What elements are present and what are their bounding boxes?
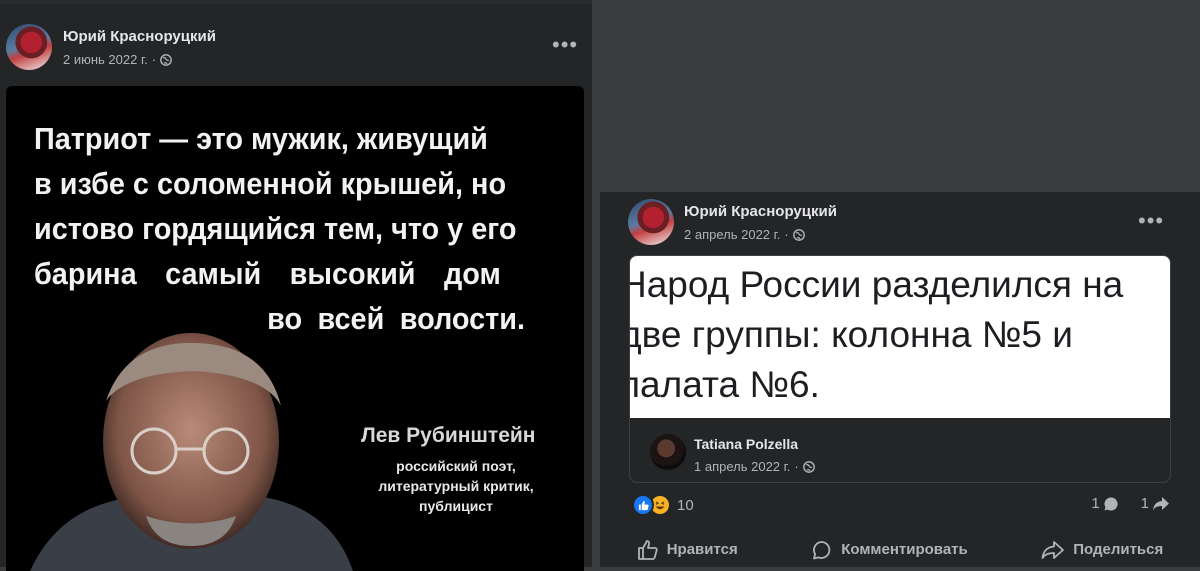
- comment-button[interactable]: Комментировать: [793, 532, 986, 567]
- person-desc-line: публицист: [419, 498, 493, 514]
- quote-line: в избе с соломенной крышей, но: [34, 166, 507, 201]
- shared-post-card[interactable]: Народ России разделился на две группы: к…: [629, 255, 1171, 483]
- more-options-button[interactable]: •••: [1138, 210, 1164, 232]
- post-image[interactable]: Патриот — это мужик, живущий в избе с со…: [6, 86, 584, 571]
- portrait-illustration: [30, 333, 353, 571]
- globe-icon: [802, 460, 815, 473]
- quote-line: барина самый высокий дом: [34, 256, 501, 291]
- reactions-summary[interactable]: 10: [632, 494, 694, 516]
- person-desc-line: российский поэт,: [396, 458, 516, 474]
- post-date[interactable]: 2 июнь 2022 г.: [63, 52, 148, 67]
- share-arrow-icon: [1153, 496, 1169, 510]
- comment-bubble-icon: [1104, 496, 1118, 510]
- author-avatar[interactable]: [6, 24, 52, 70]
- share-button[interactable]: Поделиться: [1023, 532, 1181, 567]
- thumbs-up-icon: [637, 539, 658, 560]
- like-label: Нравится: [666, 541, 738, 558]
- meta-separator: ·: [784, 227, 789, 242]
- shared-text-card: Народ России разделился на две группы: к…: [630, 256, 1170, 418]
- like-button[interactable]: Нравится: [619, 532, 756, 567]
- person-description: российский поэт, литературный критик, пу…: [341, 456, 571, 516]
- author-avatar[interactable]: [628, 199, 674, 245]
- comment-icon: [813, 540, 831, 559]
- shares-count-link[interactable]: 1: [1141, 495, 1170, 512]
- person-name: Лев Рубинштейн: [361, 424, 536, 447]
- post-meta: 2 апрель 2022 г. ·: [684, 227, 805, 242]
- like-reaction-icon: [632, 494, 654, 516]
- quote-line: Патриот — это мужик, живущий: [34, 121, 488, 156]
- quote-line: истово гордящийся тем, что у его: [34, 211, 517, 246]
- share-icon: [1041, 540, 1065, 559]
- shared-post-meta: 1 апрель 2022 г. ·: [694, 459, 815, 474]
- person-desc-line: литературный критик,: [378, 478, 534, 494]
- meta-separator: ·: [794, 459, 799, 474]
- image-quote: Патриот — это мужик, живущий в избе с со…: [34, 116, 525, 341]
- comments-count-link[interactable]: 1: [1091, 495, 1118, 512]
- comment-label: Комментировать: [841, 541, 968, 558]
- reactions-count: 10: [677, 496, 694, 514]
- more-options-button[interactable]: •••: [552, 34, 578, 56]
- shared-author-name[interactable]: Tatiana Polzella: [694, 436, 798, 452]
- left-post: Юрий Красноруцкий 2 июнь 2022 г. · ••• П…: [0, 0, 592, 571]
- shared-author-avatar[interactable]: [650, 434, 686, 470]
- shares-count: 1: [1140, 495, 1149, 512]
- meta-separator: ·: [151, 52, 157, 67]
- globe-icon: [160, 53, 172, 66]
- post-date[interactable]: 2 апрель 2022 г.: [684, 227, 780, 242]
- shared-text: Народ России разделился на две группы: к…: [630, 264, 1124, 405]
- author-name[interactable]: Юрий Красноруцкий: [63, 28, 216, 45]
- share-label: Поделиться: [1073, 541, 1164, 558]
- post-actions-bar: Нравится Комментировать Поделиться: [600, 532, 1200, 567]
- comments-count: 1: [1091, 495, 1100, 512]
- post-meta: 2 июнь 2022 г. ·: [63, 52, 172, 67]
- shared-post-date[interactable]: 1 апрель 2022 г.: [694, 459, 790, 474]
- globe-icon: [792, 228, 805, 241]
- author-name[interactable]: Юрий Красноруцкий: [684, 203, 837, 220]
- right-post: Юрий Красноруцкий 2 апрель 2022 г. · •••…: [600, 192, 1200, 567]
- engagement-counts: 1 1: [1091, 495, 1170, 512]
